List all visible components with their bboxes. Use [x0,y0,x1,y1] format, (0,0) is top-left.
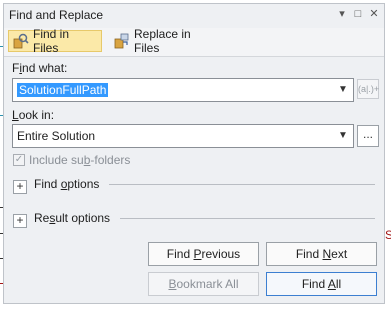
tab-find-in-files[interactable]: Find in Files [8,27,102,55]
replace-in-files-icon [114,33,130,49]
tab-replace-in-files[interactable]: Replace in Files [110,27,220,55]
mode-tabs: Find in Files Replace in Files [4,27,384,57]
find-what-input[interactable]: SolutionFullPath [17,83,109,97]
find-options-divider [109,184,375,185]
window-title: Find and Replace [9,8,104,22]
include-subfolders-checkbox[interactable]: ✓ [13,154,25,166]
find-replace-window: Find and Replace ▾ □ ✕ Find in Files Rep… [3,3,385,304]
include-subfolders-label: Include sub-folders [29,153,131,167]
find-options-label[interactable]: Find options [34,177,99,191]
find-what-label: Find what: [12,61,68,75]
find-in-files-icon [13,33,29,49]
browse-folders-button[interactable]: ... [357,125,379,147]
bookmark-all-button[interactable]: Bookmark All [148,272,259,296]
look-in-combobox[interactable]: Entire Solution ▼ [12,124,354,148]
editor-edge-text: S [385,228,391,242]
result-options-divider [120,218,375,219]
tab-find-in-files-label: Find in Files [33,27,70,55]
find-previous-button[interactable]: Find Previous [148,242,259,266]
find-what-combobox[interactable]: SolutionFullPath ▼ [12,78,354,102]
look-in-label: Look in: [12,108,55,122]
regex-builder-button[interactable]: (a|.)+ [357,79,379,99]
look-in-value: Entire Solution [17,129,96,143]
find-all-button[interactable]: Find All [266,272,377,296]
find-next-button[interactable]: Find Next [266,242,377,266]
window-menu-dropdown-icon[interactable]: ▾ [335,7,349,21]
result-options-label[interactable]: Result options [34,211,110,225]
chevron-down-icon[interactable]: ▼ [336,82,350,98]
result-options-expander[interactable]: + [13,214,27,228]
chevron-down-icon[interactable]: ▼ [336,128,350,144]
tab-replace-in-files-label: Replace in Files [134,27,191,55]
maximize-icon[interactable]: □ [351,7,365,21]
close-icon[interactable]: ✕ [367,7,381,21]
title-bar[interactable]: Find and Replace ▾ □ ✕ [4,4,384,26]
find-options-expander[interactable]: + [13,180,27,194]
